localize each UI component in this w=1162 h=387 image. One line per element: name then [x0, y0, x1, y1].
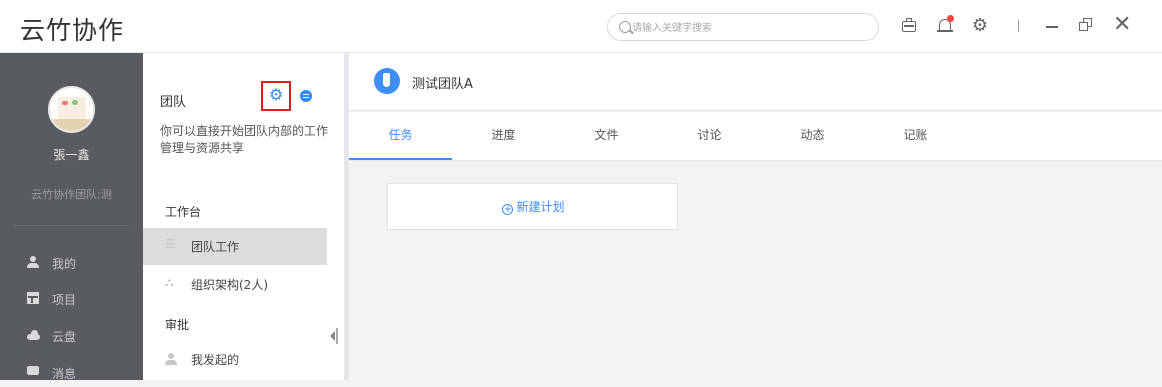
team-menu-icon[interactable]: [300, 90, 312, 102]
plus-circle-icon: +: [502, 204, 514, 215]
user-icon: [27, 256, 39, 268]
team-panel: 团队 ⚙ 你可以直接开始团队内部的工作管理与资源共享 工作台 团队工作 组织架构…: [143, 53, 344, 380]
section-approval: 审批: [165, 318, 190, 332]
gear-icon: ⚙: [269, 85, 284, 104]
my-initiated-label: 我发起的: [191, 353, 240, 367]
current-team-name[interactable]: 云竹协作团队;测: [0, 186, 143, 202]
user-name: 張一鑫: [53, 148, 90, 162]
team-icon: [374, 68, 400, 94]
org-chart-icon: [165, 275, 177, 290]
nav-item-mine[interactable]: 我的: [0, 249, 143, 277]
close-icon[interactable]: ✕: [1113, 12, 1131, 38]
restore-icon[interactable]: [1079, 18, 1093, 32]
project-icon: [27, 292, 39, 304]
nav-item-cloud[interactable]: 云盘: [0, 322, 143, 350]
org-structure-label: 组织架构(2人): [191, 278, 268, 292]
section-workbench: 工作台: [165, 205, 202, 219]
main-content: 测试团队A 任务 进度 文件 讨论 动态 记账 + 新建计划: [349, 53, 1162, 380]
app-title: 云竹协作: [20, 16, 125, 45]
team-work-label: 团队工作: [191, 240, 240, 254]
search-box[interactable]: [607, 13, 879, 41]
team-title: 测试团队A: [412, 77, 473, 92]
search-input[interactable]: [632, 19, 862, 37]
team-panel-description: 你可以直接开始团队内部的工作管理与资源共享: [160, 124, 329, 155]
titlebar-separator: [1018, 20, 1019, 32]
title-bar: 云竹协作 ⚙ ✕: [0, 0, 1162, 53]
search-icon: [619, 21, 631, 33]
tab-tasks[interactable]: 任务: [349, 112, 452, 160]
new-plan-card: + 新建计划: [387, 183, 678, 230]
team-settings-button[interactable]: ⚙: [261, 81, 291, 111]
cloud-icon: [27, 329, 40, 341]
notification-dot: [947, 15, 954, 22]
org-structure-item[interactable]: 组织架构(2人): [143, 266, 327, 303]
nav-item-messages[interactable]: 消息: [0, 359, 143, 387]
nav-item-label: 项目: [52, 293, 77, 307]
nav-item-projects[interactable]: 项目: [0, 285, 143, 313]
person-icon: [165, 353, 177, 365]
bell-icon[interactable]: [934, 15, 956, 37]
collapse-panel-handle[interactable]: [330, 328, 338, 344]
tab-files[interactable]: 文件: [555, 112, 658, 160]
nav-item-label: 我的: [52, 257, 77, 271]
tab-progress[interactable]: 进度: [452, 112, 555, 160]
nav-item-label: 云盘: [52, 330, 77, 344]
left-nav: 張一鑫 云竹协作团队;测 我的 项目 云盘 消息: [0, 53, 143, 381]
team-header: 测试团队A: [349, 53, 1162, 111]
tab-discussion[interactable]: 讨论: [658, 112, 761, 160]
my-initiated-item[interactable]: 我发起的: [143, 341, 327, 378]
minimize-icon[interactable]: [1046, 26, 1058, 28]
gear-icon[interactable]: ⚙: [969, 15, 991, 37]
briefcase-icon[interactable]: [898, 15, 920, 37]
tab-bar: 任务 进度 文件 讨论 动态 记账: [349, 112, 1162, 161]
tab-activity[interactable]: 动态: [761, 112, 864, 160]
message-icon: [27, 361, 39, 375]
nav-item-label: 消息: [52, 367, 77, 381]
new-plan-label: 新建计划: [516, 200, 565, 214]
nav-divider: [14, 225, 129, 226]
list-icon: [165, 237, 177, 252]
tab-accounting[interactable]: 记账: [864, 112, 967, 160]
new-plan-button[interactable]: + 新建计划: [388, 184, 679, 231]
team-panel-title: 团队: [160, 95, 187, 110]
avatar[interactable]: [48, 86, 95, 133]
team-work-item[interactable]: 团队工作: [143, 228, 327, 265]
